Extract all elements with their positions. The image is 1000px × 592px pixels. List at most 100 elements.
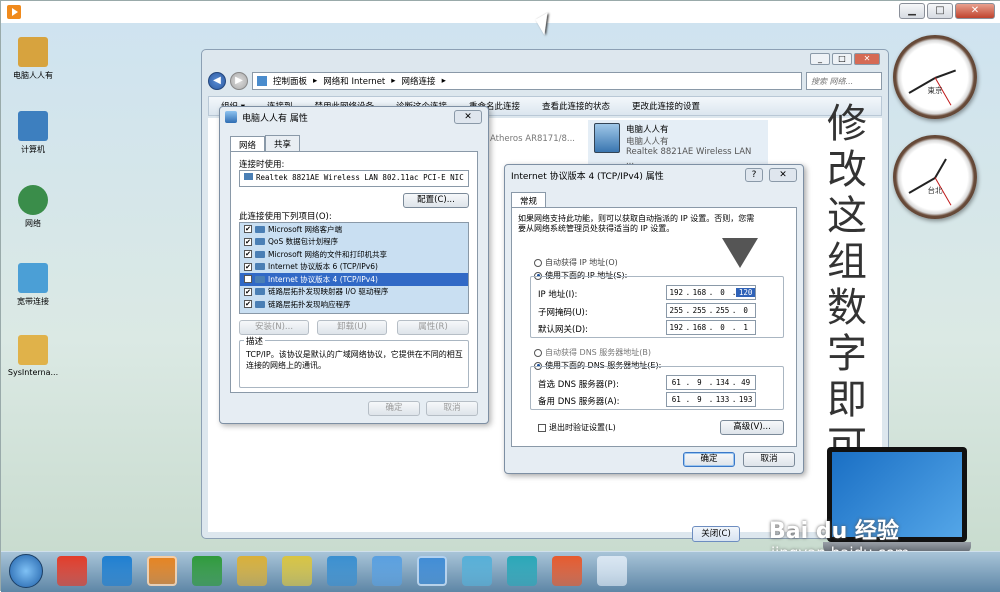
desktop-icon-label: 计算机 [21,145,45,154]
list-item[interactable]: ✔ Internet 协议版本 6 (TCP/IPv6) [240,261,468,274]
checkbox[interactable]: ✔ [244,225,252,234]
component-label: 链路层拓扑发现映射器 I/O 驱动程序 [268,287,389,297]
taskbar-app-icon[interactable] [597,556,627,586]
clock-gadget[interactable]: 台北 [893,135,977,219]
wireless-adapter-icon [594,123,620,153]
ok-button[interactable]: 确定 [683,452,735,467]
list-item[interactable]: ✔ Microsoft 网络客户端 [240,223,468,236]
forward-button[interactable]: ▶ [230,72,248,90]
adapter-atheros[interactable]: Atheros AR8171/8... [490,134,575,144]
checkbox[interactable]: ✔ [244,300,252,309]
list-item[interactable]: ✔ QoS 数据包计划程序 [240,236,468,249]
folder-icon [18,335,48,365]
subnet-mask-label: 子网掩码(U): [538,308,588,318]
dialog-titlebar: 电脑人人有 属性 ✕ [220,107,488,127]
desktop-icon-label: 电脑人人有 [13,71,53,80]
cancel-button[interactable]: 取消 [743,452,795,467]
dialog-close-button[interactable]: ✕ [454,110,482,124]
desktop-icon-network[interactable]: 网络 [5,185,61,229]
taskbar-app-icon[interactable] [462,556,492,586]
back-button[interactable]: ◀ [208,72,226,90]
dialog-title: Internet 协议版本 4 (TCP/IPv4) 属性 [511,172,664,182]
checkbox[interactable]: ✔ [244,262,252,271]
component-label: QoS 数据包计划程序 [268,237,339,247]
taskbar-app-icon[interactable] [552,556,582,586]
list-item[interactable]: ✔ 链路层拓扑发现响应程序 [240,298,468,311]
install-button[interactable]: 安装(N)... [239,320,309,335]
taskbar-app-icon[interactable] [237,556,267,586]
toolbar-settings[interactable]: 更改此连接的设置 [632,100,700,112]
auto-ip-radio[interactable]: 自动获得 IP 地址(O) [534,257,618,268]
tab-sharing[interactable]: 共享 [265,135,301,152]
cancel-button[interactable]: 取消 [426,401,478,416]
list-item[interactable]: ✔ Microsoft 网络的文件和打印机共享 [240,248,468,261]
checkbox[interactable]: ✔ [244,250,252,259]
breadcrumb-item[interactable]: 网络连接 [402,75,436,87]
explorer-close-button[interactable]: ✕ [854,53,880,65]
tab-panel: 连接时使用: Realtek 8821AE Wireless LAN 802.1… [230,151,478,393]
breadcrumb-item[interactable]: 网络和 Internet [323,75,385,87]
dialog-close-button[interactable]: ✕ [769,168,797,182]
explorer-close-dialog-button[interactable]: 关闭(C) [692,526,740,542]
taskbar [1,551,1000,592]
toolbar-status[interactable]: 查看此连接的状态 [542,100,610,112]
player-icon[interactable] [7,5,21,19]
checkbox[interactable]: ✔ [244,237,252,246]
adapter-wireless[interactable]: 电脑人人有 电脑人人有 Realtek 8821AE Wireless LAN … [588,120,768,170]
list-item[interactable]: ✔ 链路层拓扑发现映射器 I/O 驱动程序 [240,286,468,299]
dns1-label: 首选 DNS 服务器(P): [538,380,619,390]
taskbar-app-icon[interactable] [282,556,312,586]
breadcrumb-item[interactable]: 控制面板 [273,75,307,87]
taskbar-app-icon[interactable] [192,556,222,586]
subnet-mask-field[interactable]: 255. 255. 255. 0 [666,303,756,318]
auto-dns-radio[interactable]: 自动获得 DNS 服务器地址(B) [534,347,651,358]
ip-address-field[interactable]: 192. 168. 0. 120 [666,285,756,300]
taskbar-app-icon[interactable] [372,556,402,586]
computer-icon [18,111,48,141]
advanced-button[interactable]: 高级(V)... [720,420,784,435]
component-list[interactable]: ✔ Microsoft 网络客户端 ✔ QoS 数据包计划程序 ✔ Microsoft… [239,222,469,314]
maximize-button[interactable]: □ [927,3,953,19]
explorer-maximize-button[interactable]: □ [832,53,852,65]
taskbar-app-icon[interactable] [507,556,537,586]
component-icon [255,275,265,283]
dns2-field[interactable]: 61. 9. 133. 193 [666,392,756,407]
desktop-icon-sysinternals[interactable]: SysInterna... [5,335,61,377]
uninstall-button[interactable]: 卸载(U) [317,320,387,335]
ip-octet: 9 [697,378,702,387]
start-button[interactable] [9,554,43,588]
checkbox[interactable]: ✔ [244,275,252,284]
search-input[interactable]: 搜索 网络... [806,72,882,90]
outer-window: ▁ □ ✕ 电脑人人有 计算机 网络 宽带连接 SysInterna... _ … [0,0,1000,592]
gateway-label: 默认网关(D): [538,325,589,335]
desktop-icon-user[interactable]: 电脑人人有 [5,37,61,81]
ip-octet-selected: 120 [736,288,755,297]
validate-checkbox[interactable]: 退出时验证设置(L) [538,422,616,433]
ok-button[interactable]: 确定 [368,401,420,416]
close-button[interactable]: ✕ [955,3,995,19]
explorer-minimize-button[interactable]: _ [810,53,830,65]
configure-button[interactable]: 配置(C)... [403,193,469,208]
gateway-field[interactable]: 192. 168. 0. 1 [666,320,756,335]
ip-octet: 192 [669,288,684,297]
component-label: Microsoft 网络的文件和打印机共享 [268,249,388,259]
taskbar-app-icon[interactable] [102,556,132,586]
list-item-selected[interactable]: ✔ Internet 协议版本 4 (TCP/IPv4) [240,273,468,286]
dns2-label: 备用 DNS 服务器(A): [538,397,620,407]
clock-gadget[interactable]: 東京 [893,35,977,119]
minimize-button[interactable]: ▁ [899,3,925,19]
dns1-field[interactable]: 61. 9. 134. 49 [666,375,756,390]
taskbar-app-icon[interactable] [147,556,177,586]
desktop-icon-computer[interactable]: 计算机 [5,111,61,155]
taskbar-app-icon[interactable] [57,556,87,586]
properties-button[interactable]: 属性(R) [397,320,469,335]
help-button[interactable]: ? [745,168,763,182]
desktop-icon-broadband[interactable]: 宽带连接 [5,263,61,307]
ip-octet: 133 [715,395,730,404]
checkbox[interactable]: ✔ [244,287,252,296]
ip-octet: 0 [720,288,725,297]
ip-octet: 0 [720,323,725,332]
taskbar-app-icon[interactable] [327,556,357,586]
taskbar-app-icon[interactable] [417,556,447,586]
address-bar[interactable]: 控制面板 ▸ 网络和 Internet ▸ 网络连接 ▸ [252,72,802,90]
